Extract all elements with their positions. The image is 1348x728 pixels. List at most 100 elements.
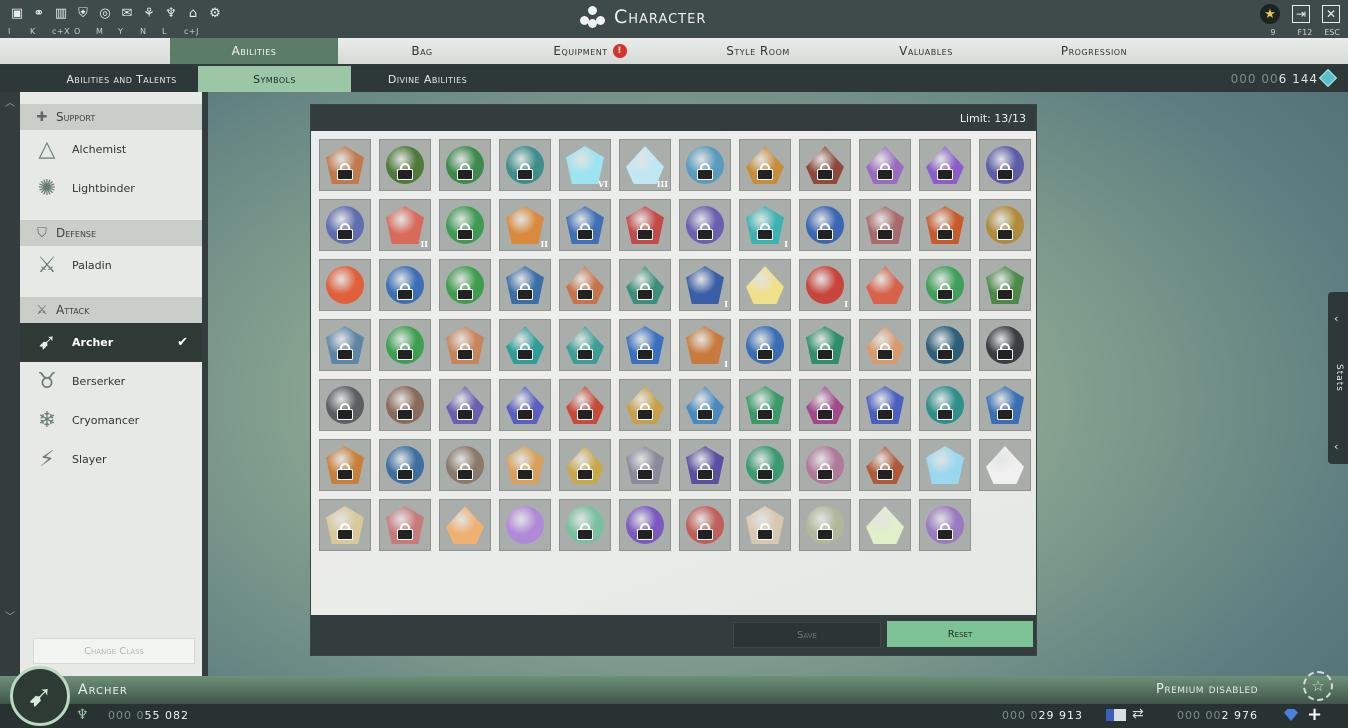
reset-button[interactable]: Reset — [887, 621, 1033, 647]
subtab-abilities-and-talents[interactable]: Abilities and Talents — [45, 66, 198, 92]
symbol-slot[interactable] — [559, 259, 611, 311]
symbol-slot[interactable] — [319, 199, 371, 251]
star-icon[interactable]: ★ — [1260, 4, 1280, 24]
symbol-slot[interactable]: II — [499, 199, 551, 251]
symbol-slot[interactable] — [859, 499, 911, 551]
symbol-slot[interactable] — [319, 319, 371, 371]
tab-equipment[interactable]: Equipment! — [506, 38, 674, 64]
symbol-slot[interactable]: I — [799, 259, 851, 311]
symbol-slot[interactable] — [739, 439, 791, 491]
symbol-slot[interactable] — [799, 199, 851, 251]
tab-valuables[interactable]: Valuables — [842, 38, 1010, 64]
symbol-slot[interactable] — [379, 319, 431, 371]
symbol-slot[interactable] — [619, 439, 671, 491]
subtab-divine-abilities[interactable]: Divine Abilities — [351, 66, 504, 92]
symbol-slot[interactable] — [679, 499, 731, 551]
symbol-slot[interactable] — [319, 499, 371, 551]
symbol-slot[interactable] — [379, 499, 431, 551]
symbol-slot[interactable] — [439, 259, 491, 311]
symbol-slot[interactable] — [739, 319, 791, 371]
symbol-slot[interactable] — [979, 319, 1031, 371]
symbol-slot[interactable] — [799, 379, 851, 431]
exchange-icon[interactable]: ⇄ — [1132, 706, 1144, 722]
journal-icon[interactable]: ▣ — [8, 4, 26, 22]
symbol-slot[interactable] — [919, 319, 971, 371]
symbol-slot[interactable] — [379, 259, 431, 311]
class-item-cryomancer[interactable]: ❄ Cryomancer — [20, 401, 202, 440]
symbol-slot[interactable] — [919, 439, 971, 491]
tab-progression[interactable]: Progression — [1010, 38, 1178, 64]
symbol-slot[interactable] — [979, 139, 1031, 191]
symbol-slot[interactable] — [499, 439, 551, 491]
left-scroll-gutter[interactable]: ︿ ﹀ — [0, 92, 20, 677]
atlas-icon[interactable]: ◎ — [96, 4, 114, 22]
symbol-slot[interactable] — [559, 319, 611, 371]
symbol-slot[interactable] — [919, 199, 971, 251]
stats-drawer-tab[interactable]: ‹ Stats ‹ — [1328, 292, 1348, 464]
symbol-slot[interactable] — [799, 319, 851, 371]
symbol-slot[interactable] — [439, 139, 491, 191]
symbol-slot[interactable] — [319, 439, 371, 491]
symbol-slot[interactable] — [499, 499, 551, 551]
exit-icon[interactable]: ⇥ — [1292, 5, 1310, 23]
symbol-slot[interactable] — [559, 379, 611, 431]
stats-icon[interactable]: ▥ — [52, 4, 70, 22]
symbol-slot[interactable] — [799, 139, 851, 191]
symbol-slot[interactable]: I — [679, 319, 731, 371]
symbol-slot[interactable] — [679, 199, 731, 251]
symbol-slot[interactable] — [439, 499, 491, 551]
scroll-up-icon[interactable]: ︿ — [5, 94, 15, 109]
symbol-slot[interactable] — [919, 139, 971, 191]
symbol-slot[interactable] — [379, 139, 431, 191]
symbol-slot[interactable] — [439, 319, 491, 371]
symbol-slot[interactable] — [499, 259, 551, 311]
symbol-slot[interactable] — [559, 439, 611, 491]
class-item-berserker[interactable]: ♉ Berserker — [20, 362, 202, 401]
symbol-slot[interactable] — [679, 139, 731, 191]
symbol-slot[interactable] — [739, 259, 791, 311]
symbol-slot[interactable] — [859, 319, 911, 371]
chat-icon[interactable]: ✉ — [118, 4, 136, 22]
change-class-button[interactable]: Change Class — [33, 638, 195, 664]
tab-abilities[interactable]: Abilities — [170, 38, 338, 64]
subtab-symbols[interactable]: Symbols — [198, 66, 351, 92]
symbol-slot[interactable] — [739, 499, 791, 551]
symbol-slot[interactable] — [919, 379, 971, 431]
symbol-slot[interactable] — [439, 379, 491, 431]
chevron-left-icon[interactable]: ‹ — [1334, 312, 1338, 325]
symbol-slot[interactable] — [979, 259, 1031, 311]
symbol-slot[interactable] — [559, 199, 611, 251]
symbol-slot[interactable] — [499, 379, 551, 431]
symbol-slot[interactable] — [619, 319, 671, 371]
symbol-slot[interactable] — [739, 379, 791, 431]
symbol-slot[interactable] — [859, 439, 911, 491]
symbol-slot[interactable] — [619, 499, 671, 551]
symbol-slot[interactable] — [319, 379, 371, 431]
symbol-slot[interactable] — [679, 379, 731, 431]
symbol-slot[interactable] — [859, 199, 911, 251]
symbol-slot[interactable] — [319, 139, 371, 191]
symbol-slot[interactable] — [439, 439, 491, 491]
class-item-lightbinder[interactable]: ✺ Lightbinder — [20, 169, 202, 208]
save-button[interactable]: Save — [733, 622, 881, 648]
chevron-left-icon[interactable]: ‹ — [1334, 440, 1338, 453]
symbol-slot[interactable] — [979, 439, 1031, 491]
symbol-slot[interactable] — [619, 259, 671, 311]
settings-icon[interactable]: ⚙ — [206, 4, 224, 22]
symbol-slot[interactable] — [979, 199, 1031, 251]
add-currency-icon[interactable]: + — [1307, 704, 1322, 725]
symbol-slot[interactable] — [499, 139, 551, 191]
symbol-slot[interactable] — [799, 499, 851, 551]
tab-style-room[interactable]: Style Room — [674, 38, 842, 64]
symbol-slot[interactable]: II — [379, 199, 431, 251]
housing-icon[interactable]: ⌂ — [184, 4, 202, 22]
faction-icon[interactable]: ♆ — [162, 4, 180, 22]
symbol-slot[interactable] — [379, 379, 431, 431]
symbol-slot[interactable] — [739, 139, 791, 191]
symbol-slot[interactable]: VI — [559, 139, 611, 191]
premium-badge-icon[interactable]: ☆ — [1303, 671, 1333, 701]
symbol-slot[interactable] — [379, 439, 431, 491]
symbol-slot[interactable] — [859, 259, 911, 311]
symbol-slot[interactable] — [919, 259, 971, 311]
symbol-slot[interactable]: I — [679, 259, 731, 311]
